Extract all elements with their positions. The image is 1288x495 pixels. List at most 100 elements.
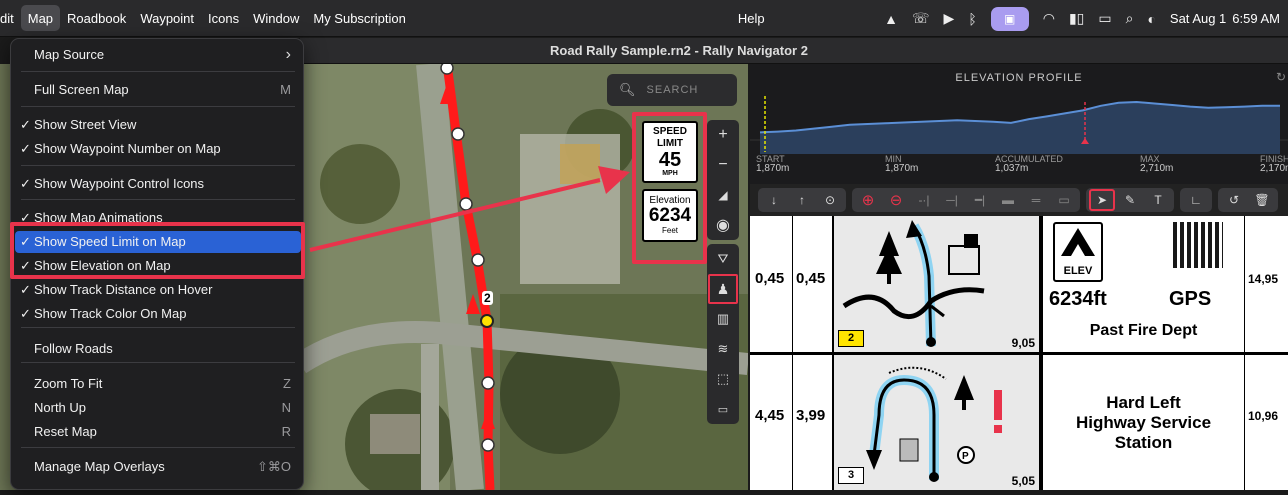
bluetooth-icon[interactable]: ᛒ xyxy=(968,11,976,27)
checkmark-icon: ✓ xyxy=(20,282,31,297)
compass-icon[interactable]: ◢ xyxy=(707,180,739,210)
roadbook-panel: ELEVATION PROFILE ↻ START 1,870m MIN 1,870m… xyxy=(750,64,1288,490)
phone-link-icon[interactable]: ☏ xyxy=(912,10,930,27)
menu-item-follow-roads[interactable]: Follow Roads xyxy=(15,338,301,360)
menu-item-label: Show Track Color On Map xyxy=(34,306,187,321)
tulip-distance-2: 5,05 xyxy=(1011,474,1035,488)
road-type-4-icon[interactable]: ▬ xyxy=(995,189,1021,211)
search-icon[interactable]: ⌕ xyxy=(1126,10,1134,27)
stat-value: 1,870m xyxy=(885,163,919,174)
road-type-3-icon[interactable]: ━| xyxy=(967,189,993,211)
menubar-item-roadbook[interactable]: Roadbook xyxy=(60,5,133,31)
play-icon[interactable]: ▶ xyxy=(944,10,955,27)
elevation-stat-start: START 1,870m xyxy=(756,154,789,174)
target-icon[interactable]: ⊙ xyxy=(817,189,843,211)
control-center-icon[interactable]: ◐ xyxy=(1147,11,1155,27)
search-placeholder: SEARCH xyxy=(646,84,699,96)
selection-rect-icon[interactable]: ⬚ xyxy=(707,364,739,394)
menu-item-show-street-view[interactable]: ✓ Show Street View xyxy=(15,114,301,136)
roadbook-row-1[interactable]: 0,45 0,45 2 9,05 ELEV 6234ft GPS Past Fi… xyxy=(750,216,1288,352)
menubar-item-help[interactable]: Help xyxy=(731,5,772,31)
remove-waypoint-icon[interactable]: ⊖ xyxy=(883,189,909,211)
tulip-distance-1: 9,05 xyxy=(1011,336,1035,350)
ruler-icon[interactable]: ▭ xyxy=(707,394,739,424)
right-distance-2: 10,96 xyxy=(1248,409,1279,423)
menu-item-reset-map[interactable]: Reset Map R xyxy=(15,421,301,443)
pointer-icon[interactable]: ➤ xyxy=(1089,189,1115,211)
roadbook-note-1: Past Fire Dept xyxy=(1089,322,1198,339)
trash-icon[interactable]: 🗑︎ xyxy=(1249,189,1275,211)
menu-item-full-screen-map[interactable]: Full Screen Map M xyxy=(15,79,301,101)
menu-items-highlight xyxy=(10,222,305,279)
menu-shortcut: › xyxy=(285,46,291,63)
roadbook-row-2[interactable]: 4,45 3,99 P 3 5,05 Hard Left Highway Ser… xyxy=(750,355,1288,490)
menu-item-label: Follow Roads xyxy=(34,341,113,356)
roadbook-table: 0,45 0,45 2 9,05 ELEV 6234ft GPS Past Fi… xyxy=(750,216,1288,490)
elevation-text: 6234ft xyxy=(1049,288,1107,310)
app-icon[interactable]: ▲ xyxy=(884,11,898,27)
audio-levels-icon[interactable]: ▮▯ xyxy=(1069,10,1084,27)
menu-item-label: Show Waypoint Control Icons xyxy=(34,176,205,191)
layers-icon[interactable]: ≋ xyxy=(707,334,739,364)
road-type-1-icon[interactable]: -·| xyxy=(911,189,937,211)
corner-icon[interactable]: ∟ xyxy=(1183,189,1209,211)
menubar-item-window[interactable]: Window xyxy=(246,5,306,31)
menubar-date[interactable]: Sat Aug 1 xyxy=(1170,11,1226,26)
menu-item-show-track-color-on-map[interactable]: ✓ Show Track Color On Map xyxy=(15,303,301,325)
text-tool-icon[interactable]: T xyxy=(1145,189,1171,211)
waypoint-badge-3: 3 xyxy=(838,467,864,484)
menu-separator xyxy=(21,327,295,328)
menubar-item-waypoint[interactable]: Waypoint xyxy=(133,5,201,31)
refresh-icon[interactable]: ↻ xyxy=(1276,70,1286,84)
menu-separator xyxy=(21,165,295,166)
menu-item-map-source[interactable]: Map Source › xyxy=(15,44,301,66)
svg-text:P: P xyxy=(962,451,969,462)
menu-separator xyxy=(21,106,295,107)
menubar-item-dit[interactable]: dit xyxy=(0,5,21,31)
checkmark-icon: ✓ xyxy=(20,117,31,132)
menu-item-label: Show Street View xyxy=(34,117,137,132)
add-waypoint-icon[interactable]: ⊕ xyxy=(855,189,881,211)
map-search-box[interactable]: 🔍︎ SEARCH xyxy=(607,74,737,106)
eye-icon[interactable]: ◉ xyxy=(707,210,739,240)
elev-sign-label: ELEV xyxy=(1063,265,1093,277)
menu-item-zoom-to-fit[interactable]: Zoom To Fit Z xyxy=(15,373,301,395)
road-type-5-icon[interactable]: ═ xyxy=(1023,189,1049,211)
menubar-item-map[interactable]: Map xyxy=(20,5,61,31)
menu-shortcut: N xyxy=(281,400,291,415)
menubar-item-my-subscription[interactable]: My Subscription xyxy=(306,5,412,31)
total-distance: 0,45 xyxy=(755,270,785,287)
menu-item-label: Reset Map xyxy=(34,424,97,439)
menu-separator xyxy=(21,362,295,363)
zoom-out-button[interactable]: − xyxy=(707,150,739,180)
road-type-6-icon[interactable]: ▭ xyxy=(1051,189,1077,211)
menu-shortcut: R xyxy=(281,424,291,439)
elevation-stat-accumulated: ACCUMULATED 1,037m xyxy=(995,154,1063,174)
wifi-icon[interactable]: ◠ xyxy=(1043,10,1055,27)
menu-item-show-waypoint-number-on-map[interactable]: ✓ Show Waypoint Number on Map xyxy=(15,138,301,160)
battery-icon[interactable]: ▭ xyxy=(1098,10,1111,27)
menubar-item-icons[interactable]: Icons xyxy=(201,5,246,31)
right-distance-1: 14,95 xyxy=(1248,272,1279,286)
stage-manager-icon[interactable]: ▣ xyxy=(990,6,1029,31)
zoom-in-button[interactable]: + xyxy=(707,120,739,150)
menubar-time[interactable]: 6:59 AM xyxy=(1232,11,1280,26)
menu-item-north-up[interactable]: North Up N xyxy=(15,397,301,419)
signs-highlight xyxy=(632,112,707,264)
menu-shortcut: M xyxy=(280,82,291,97)
checkmark-icon: ✓ xyxy=(20,141,31,156)
map-fold-icon[interactable]: ▥ xyxy=(707,304,739,334)
stat-value: 2,170m xyxy=(1260,163,1288,174)
menu-item-show-track-distance-on-hover[interactable]: ✓ Show Track Distance on Hover xyxy=(15,279,301,301)
road-type-2-icon[interactable]: ─| xyxy=(939,189,965,211)
move-down-icon[interactable]: ↓ xyxy=(761,189,787,211)
menu-item-manage-map-overlays[interactable]: Manage Map Overlays ⇧⌘O xyxy=(15,456,301,478)
search-icon: 🔍︎ xyxy=(619,82,637,97)
move-up-icon[interactable]: ↑ xyxy=(789,189,815,211)
menu-item-label: Show Track Distance on Hover xyxy=(34,282,213,297)
brush-icon[interactable]: ✎ xyxy=(1117,189,1143,211)
menu-shortcut: Z xyxy=(283,376,291,391)
menu-item-show-waypoint-control-icons[interactable]: ✓ Show Waypoint Control Icons xyxy=(15,173,301,195)
undo-icon[interactable]: ↺ xyxy=(1221,189,1247,211)
road-view-icon[interactable]: ⛛ xyxy=(707,244,739,274)
